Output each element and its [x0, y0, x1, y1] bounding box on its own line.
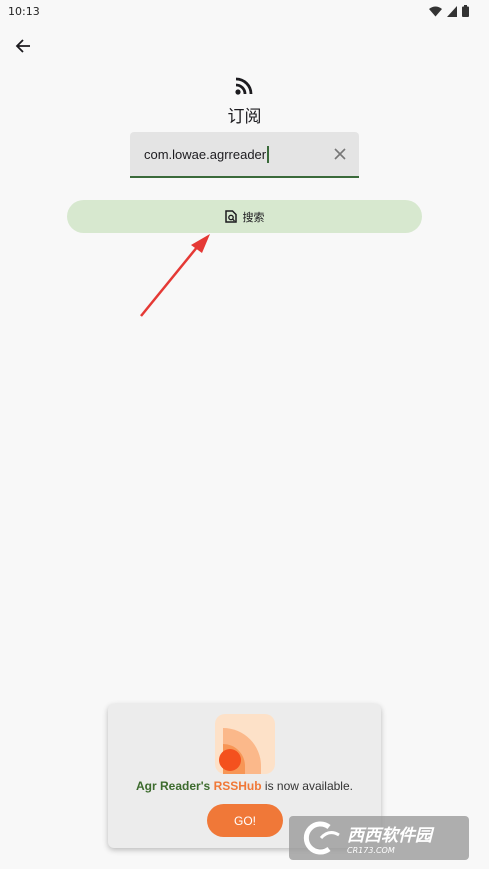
- watermark-brand: 西西软件园: [347, 826, 432, 846]
- watermark: 西西软件园 CR173.COM: [289, 816, 469, 860]
- app-logo-icon: [215, 714, 275, 774]
- search-doc-icon: [224, 210, 237, 223]
- watermark-site: CR173.COM: [347, 846, 395, 855]
- search-button[interactable]: 搜索: [67, 200, 422, 233]
- search-button-label: 搜索: [242, 210, 265, 224]
- rss-icon: [235, 77, 253, 95]
- search-input[interactable]: com.lowae.agrreader: [130, 132, 359, 178]
- promo-app-name: Agr Reader's: [136, 779, 211, 793]
- promo-feature: RSSHub: [213, 779, 262, 793]
- promo-availability: is now available.: [264, 779, 353, 793]
- clear-icon: [334, 148, 346, 160]
- arrow-back-icon: [15, 39, 30, 53]
- back-button[interactable]: [10, 33, 36, 59]
- promo-message: Agr Reader's RSSHub is now available.: [108, 779, 381, 793]
- watermark-text: 西西软件园 CR173.COM: [347, 821, 432, 855]
- status-bar: 10:13: [0, 0, 489, 22]
- status-icons: [429, 5, 469, 17]
- go-button[interactable]: GO!: [207, 804, 283, 837]
- clear-button[interactable]: [331, 145, 349, 163]
- text-caret: [267, 145, 269, 163]
- battery-icon: [462, 5, 469, 17]
- signal-icon: [447, 5, 457, 17]
- watermark-logo-icon: [303, 821, 340, 855]
- page-title: 订阅: [227, 107, 262, 127]
- search-input-text: com.lowae.agrreader: [144, 146, 267, 162]
- status-time: 10:13: [8, 4, 40, 18]
- wifi-icon: [429, 6, 442, 16]
- search-input-value[interactable]: com.lowae.agrreader: [144, 145, 331, 163]
